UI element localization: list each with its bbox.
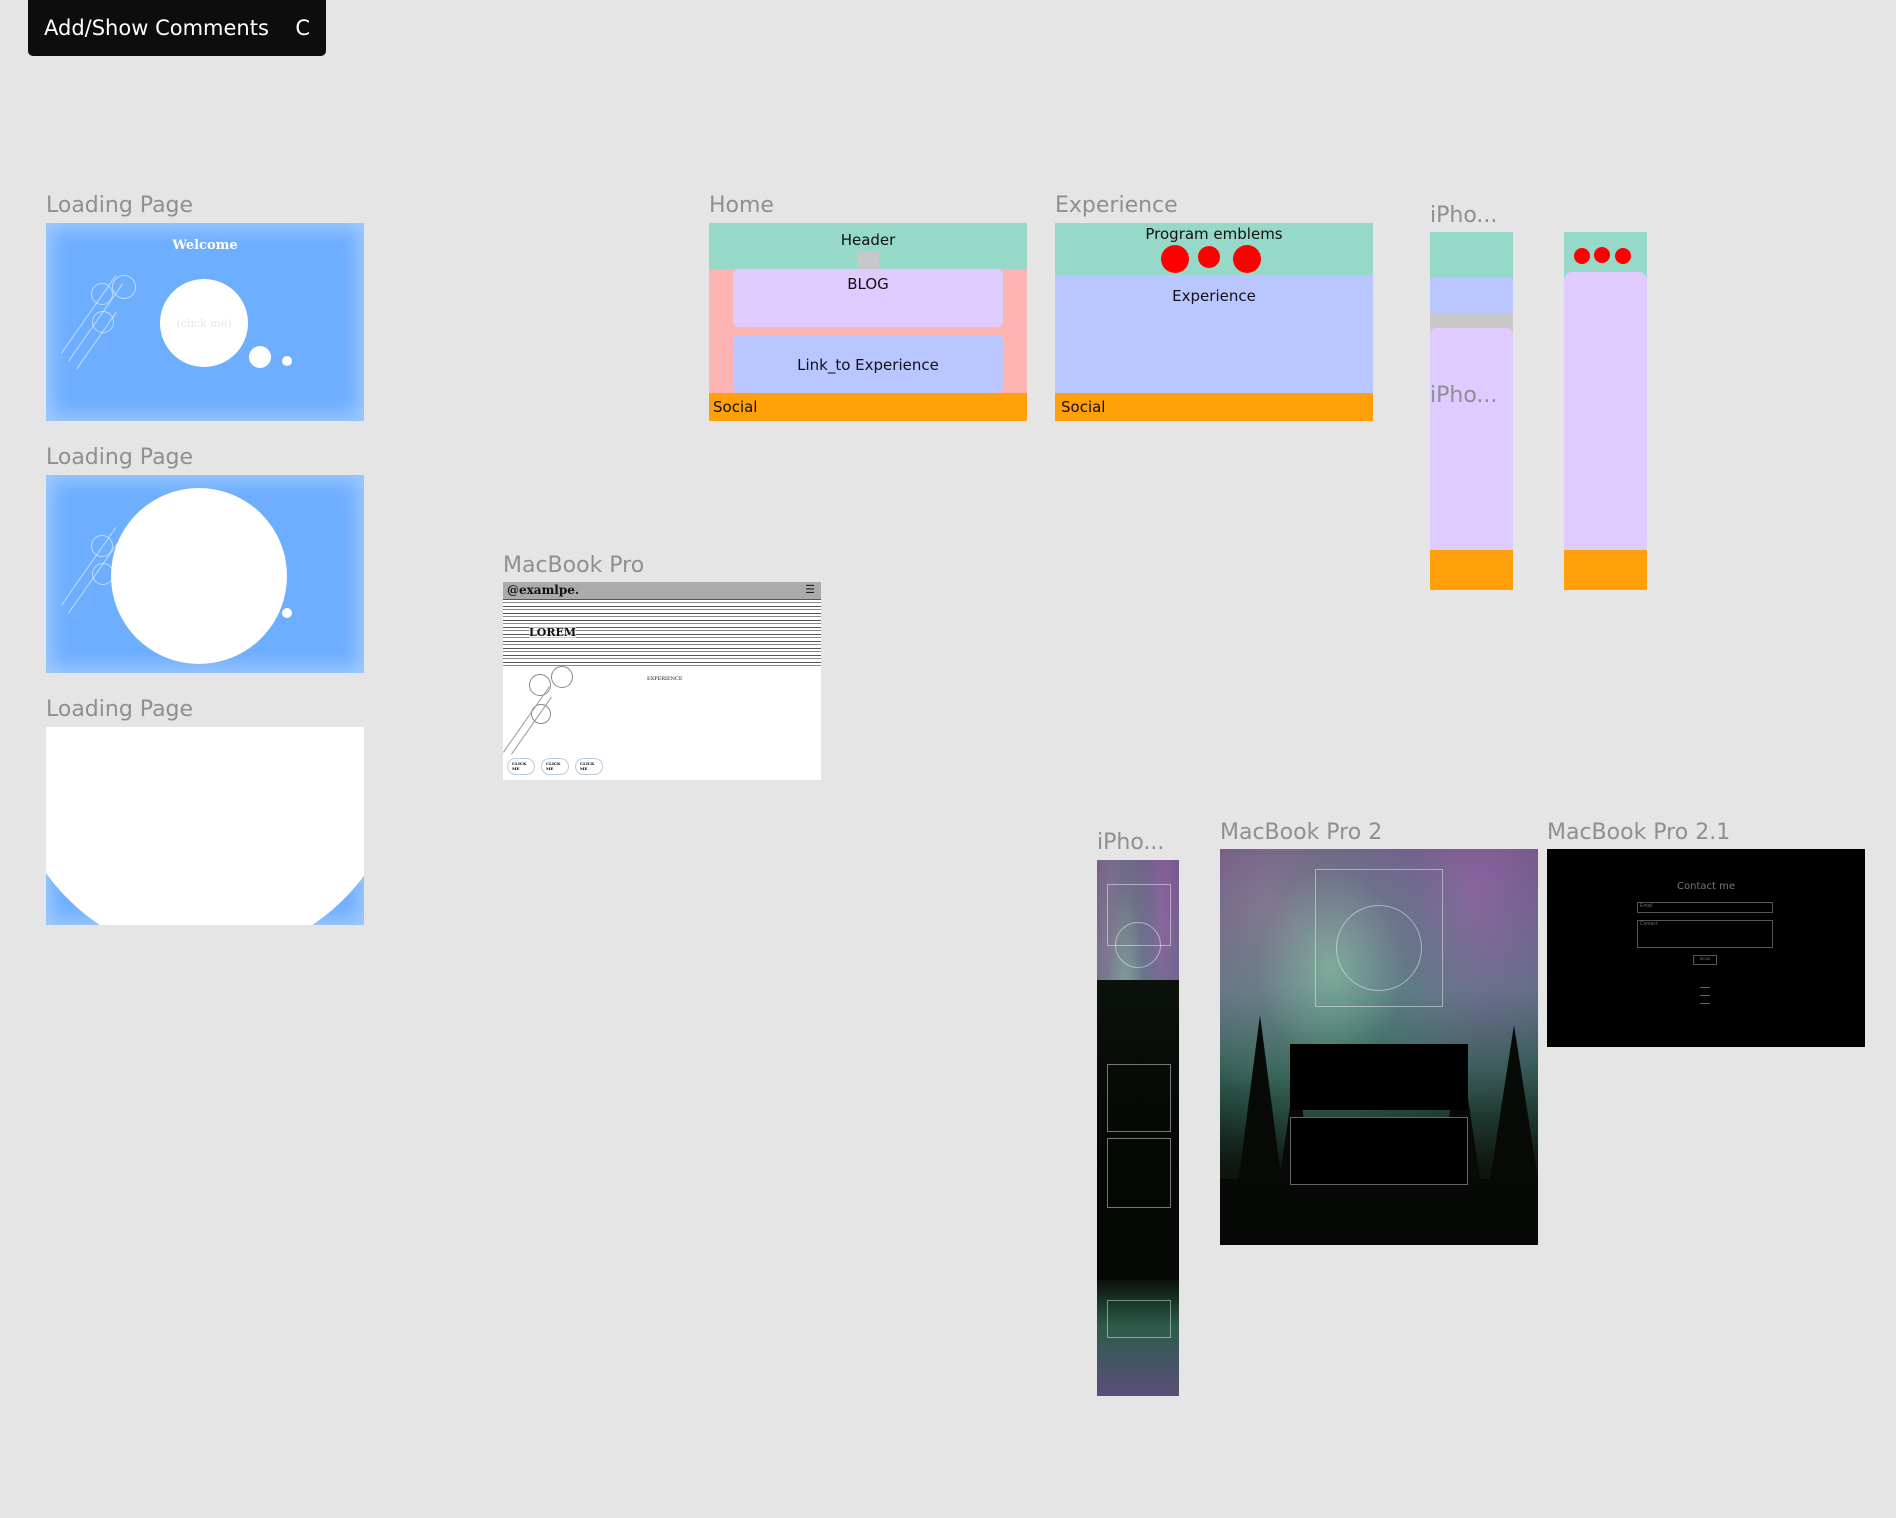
frame-label-iphone-1[interactable]: iPho... xyxy=(1430,203,1497,228)
brand-logo-text: @examlpe. xyxy=(507,583,580,597)
iphone2-social-block xyxy=(1564,550,1647,590)
frame-loading-page-3[interactable] xyxy=(46,727,364,925)
emblem-dot xyxy=(1161,245,1189,273)
education-panel xyxy=(1290,1044,1468,1110)
outline-circle xyxy=(529,674,551,696)
home-link-text: Link_to Experience xyxy=(797,356,939,374)
tiny-bubble xyxy=(282,608,292,618)
frame-macbook-pro-2-1[interactable]: Contact me Email Contact SEND xyxy=(1547,849,1865,1047)
ground xyxy=(1220,1179,1538,1245)
home-header-text: Header xyxy=(840,231,896,249)
experience-heading: EXPERIENCE xyxy=(647,676,683,682)
emblem-dot xyxy=(1615,248,1631,264)
frame-label-iphone-inner[interactable]: iPho... xyxy=(1430,383,1497,408)
welcome-text: Welcome xyxy=(172,238,238,253)
frame-label-macbook-pro-2[interactable]: MacBook Pro 2 xyxy=(1220,820,1382,845)
click-me-button-2[interactable]: CLICK ME xyxy=(541,758,569,775)
frame-label-loading-page-3[interactable]: Loading Page xyxy=(46,697,193,722)
emblem-dot xyxy=(1233,245,1261,273)
experience-main-text: Experience xyxy=(1172,287,1256,305)
home-social-text: Social xyxy=(713,398,758,416)
comments-button-label: Add/Show Comments xyxy=(44,16,269,40)
contacts-panel xyxy=(1290,1117,1468,1185)
frame-iphone-1[interactable] xyxy=(1430,232,1513,590)
hero-title: LOREM xyxy=(529,626,577,639)
frame-macbook-pro[interactable]: @examlpe. ☰ LOREM EXPERIENCE CLICK ME CL… xyxy=(503,582,821,780)
iphone1-nav-block xyxy=(1430,278,1513,314)
frame-label-macbook-pro-2-1[interactable]: MacBook Pro 2.1 xyxy=(1547,820,1730,845)
education-box xyxy=(1107,1064,1171,1132)
contact-me-title: Contact me xyxy=(1677,881,1735,892)
emblem-dot xyxy=(1198,246,1220,268)
profile-circle xyxy=(1115,922,1161,968)
click-me-button-1[interactable]: CLICK ME xyxy=(507,758,535,775)
full-bubble xyxy=(46,727,364,925)
email-field[interactable]: Email xyxy=(1637,902,1773,913)
footer-box xyxy=(1107,1300,1171,1338)
small-bubble xyxy=(249,346,271,368)
emblem-dot xyxy=(1594,247,1610,263)
frame-loading-page-1[interactable]: Welcome (click me) xyxy=(46,223,364,421)
frame-iphone-2[interactable] xyxy=(1564,232,1647,590)
comments-shortcut: C xyxy=(295,16,310,40)
iphone1-content-block xyxy=(1430,328,1513,550)
click-me-bubble[interactable]: (click me) xyxy=(160,279,248,367)
hamburger-menu-icon[interactable]: ☰ xyxy=(805,583,815,596)
iphone1-social-block xyxy=(1430,550,1513,590)
click-me-text: (click me) xyxy=(176,316,232,330)
message-field[interactable]: Contact xyxy=(1637,920,1773,948)
home-blog-text: BLOG xyxy=(847,275,889,293)
footer-link[interactable] xyxy=(1700,1003,1710,1004)
frame-iphone-aurora[interactable] xyxy=(1097,860,1179,1396)
frame-label-loading-page-1[interactable]: Loading Page xyxy=(46,193,193,218)
tiny-bubble xyxy=(282,356,292,366)
click-me-button-3[interactable]: CLICK ME xyxy=(575,758,603,775)
footer-link[interactable] xyxy=(1700,995,1710,996)
profile-circle xyxy=(1336,905,1422,991)
send-button[interactable]: SEND xyxy=(1693,955,1717,965)
program-emblems-text: Program emblems xyxy=(1145,225,1283,243)
frame-macbook-pro-2[interactable] xyxy=(1220,849,1538,1245)
emblem-dot xyxy=(1574,248,1590,264)
frame-label-experience[interactable]: Experience xyxy=(1055,193,1178,218)
iphone2-content-block xyxy=(1564,272,1647,550)
outline-circle xyxy=(112,275,136,299)
frame-experience[interactable]: Program emblems Experience Social xyxy=(1055,223,1373,421)
mirrored-aurora xyxy=(1097,1280,1179,1396)
frame-label-loading-page-2[interactable]: Loading Page xyxy=(46,445,193,470)
outline-circle xyxy=(551,666,573,688)
frame-label-iphone-aurora[interactable]: iPho... xyxy=(1097,830,1164,855)
frame-home[interactable]: Header BLOG Link_to Experience Social xyxy=(709,223,1027,421)
frame-label-home[interactable]: Home xyxy=(709,193,774,218)
iphone1-header-block xyxy=(1430,232,1513,278)
decor-line xyxy=(511,696,552,755)
add-show-comments-button[interactable]: Add/Show Comments C xyxy=(28,0,326,56)
experience-social-text: Social xyxy=(1061,398,1106,416)
expanding-bubble xyxy=(111,488,287,664)
frame-label-macbook-pro[interactable]: MacBook Pro xyxy=(503,553,644,578)
footer-link[interactable] xyxy=(1700,987,1710,988)
frame-loading-page-2[interactable] xyxy=(46,475,364,673)
experience-box xyxy=(1107,1138,1171,1208)
